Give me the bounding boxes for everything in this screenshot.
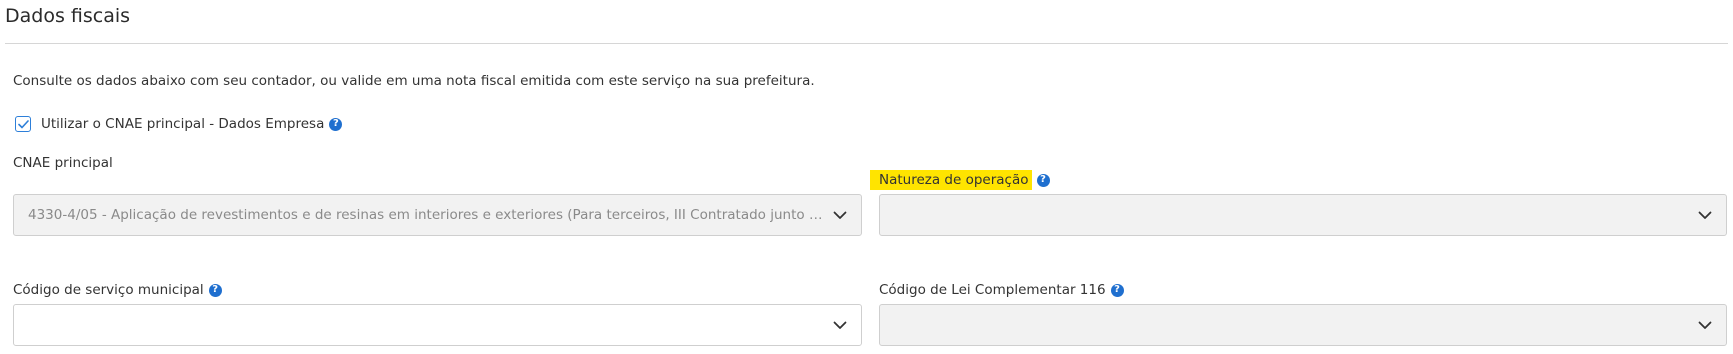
cnae-principal-label: CNAE principal xyxy=(13,155,113,171)
question-circle-icon[interactable]: ? xyxy=(329,117,343,131)
chevron-down-icon xyxy=(1698,211,1712,219)
codigo-servico-municipal-label: Código de serviço municipal xyxy=(13,282,204,298)
checkmark-icon xyxy=(17,119,29,128)
question-circle-icon[interactable]: ? xyxy=(1036,173,1050,187)
use-main-cnae-row: Utilizar o CNAE principal - Dados Empres… xyxy=(15,114,343,134)
section-divider xyxy=(5,43,1728,44)
chevron-down-icon xyxy=(833,321,847,329)
natureza-operacao-label: Natureza de operação xyxy=(870,170,1032,190)
question-circle-icon[interactable]: ? xyxy=(1110,283,1124,297)
chevron-down-icon xyxy=(833,211,847,219)
codigo-servico-municipal-select[interactable] xyxy=(13,304,862,346)
use-main-cnae-checkbox[interactable] xyxy=(15,116,31,132)
cnae-principal-value: 4330-4/05 - Aplicação de revestimentos e… xyxy=(28,207,833,223)
use-main-cnae-label: Utilizar o CNAE principal - Dados Empres… xyxy=(41,116,325,132)
question-circle-icon[interactable]: ? xyxy=(208,283,222,297)
codigo-lei-complementar-label: Código de Lei Complementar 116 xyxy=(879,282,1106,298)
natureza-operacao-select[interactable] xyxy=(879,194,1727,236)
section-title: Dados fiscais xyxy=(5,5,131,27)
intro-text: Consulte os dados abaixo com seu contado… xyxy=(13,73,815,89)
chevron-down-icon xyxy=(1698,321,1712,329)
codigo-lei-complementar-select[interactable] xyxy=(879,304,1727,346)
cnae-principal-label-row: CNAE principal xyxy=(13,153,113,173)
codigo-lei-complementar-label-row: Código de Lei Complementar 116 ? xyxy=(879,280,1124,300)
natureza-operacao-label-row: Natureza de operação ? xyxy=(870,170,1050,190)
cnae-principal-select[interactable]: 4330-4/05 - Aplicação de revestimentos e… xyxy=(13,194,862,236)
codigo-servico-municipal-label-row: Código de serviço municipal ? xyxy=(13,280,222,300)
